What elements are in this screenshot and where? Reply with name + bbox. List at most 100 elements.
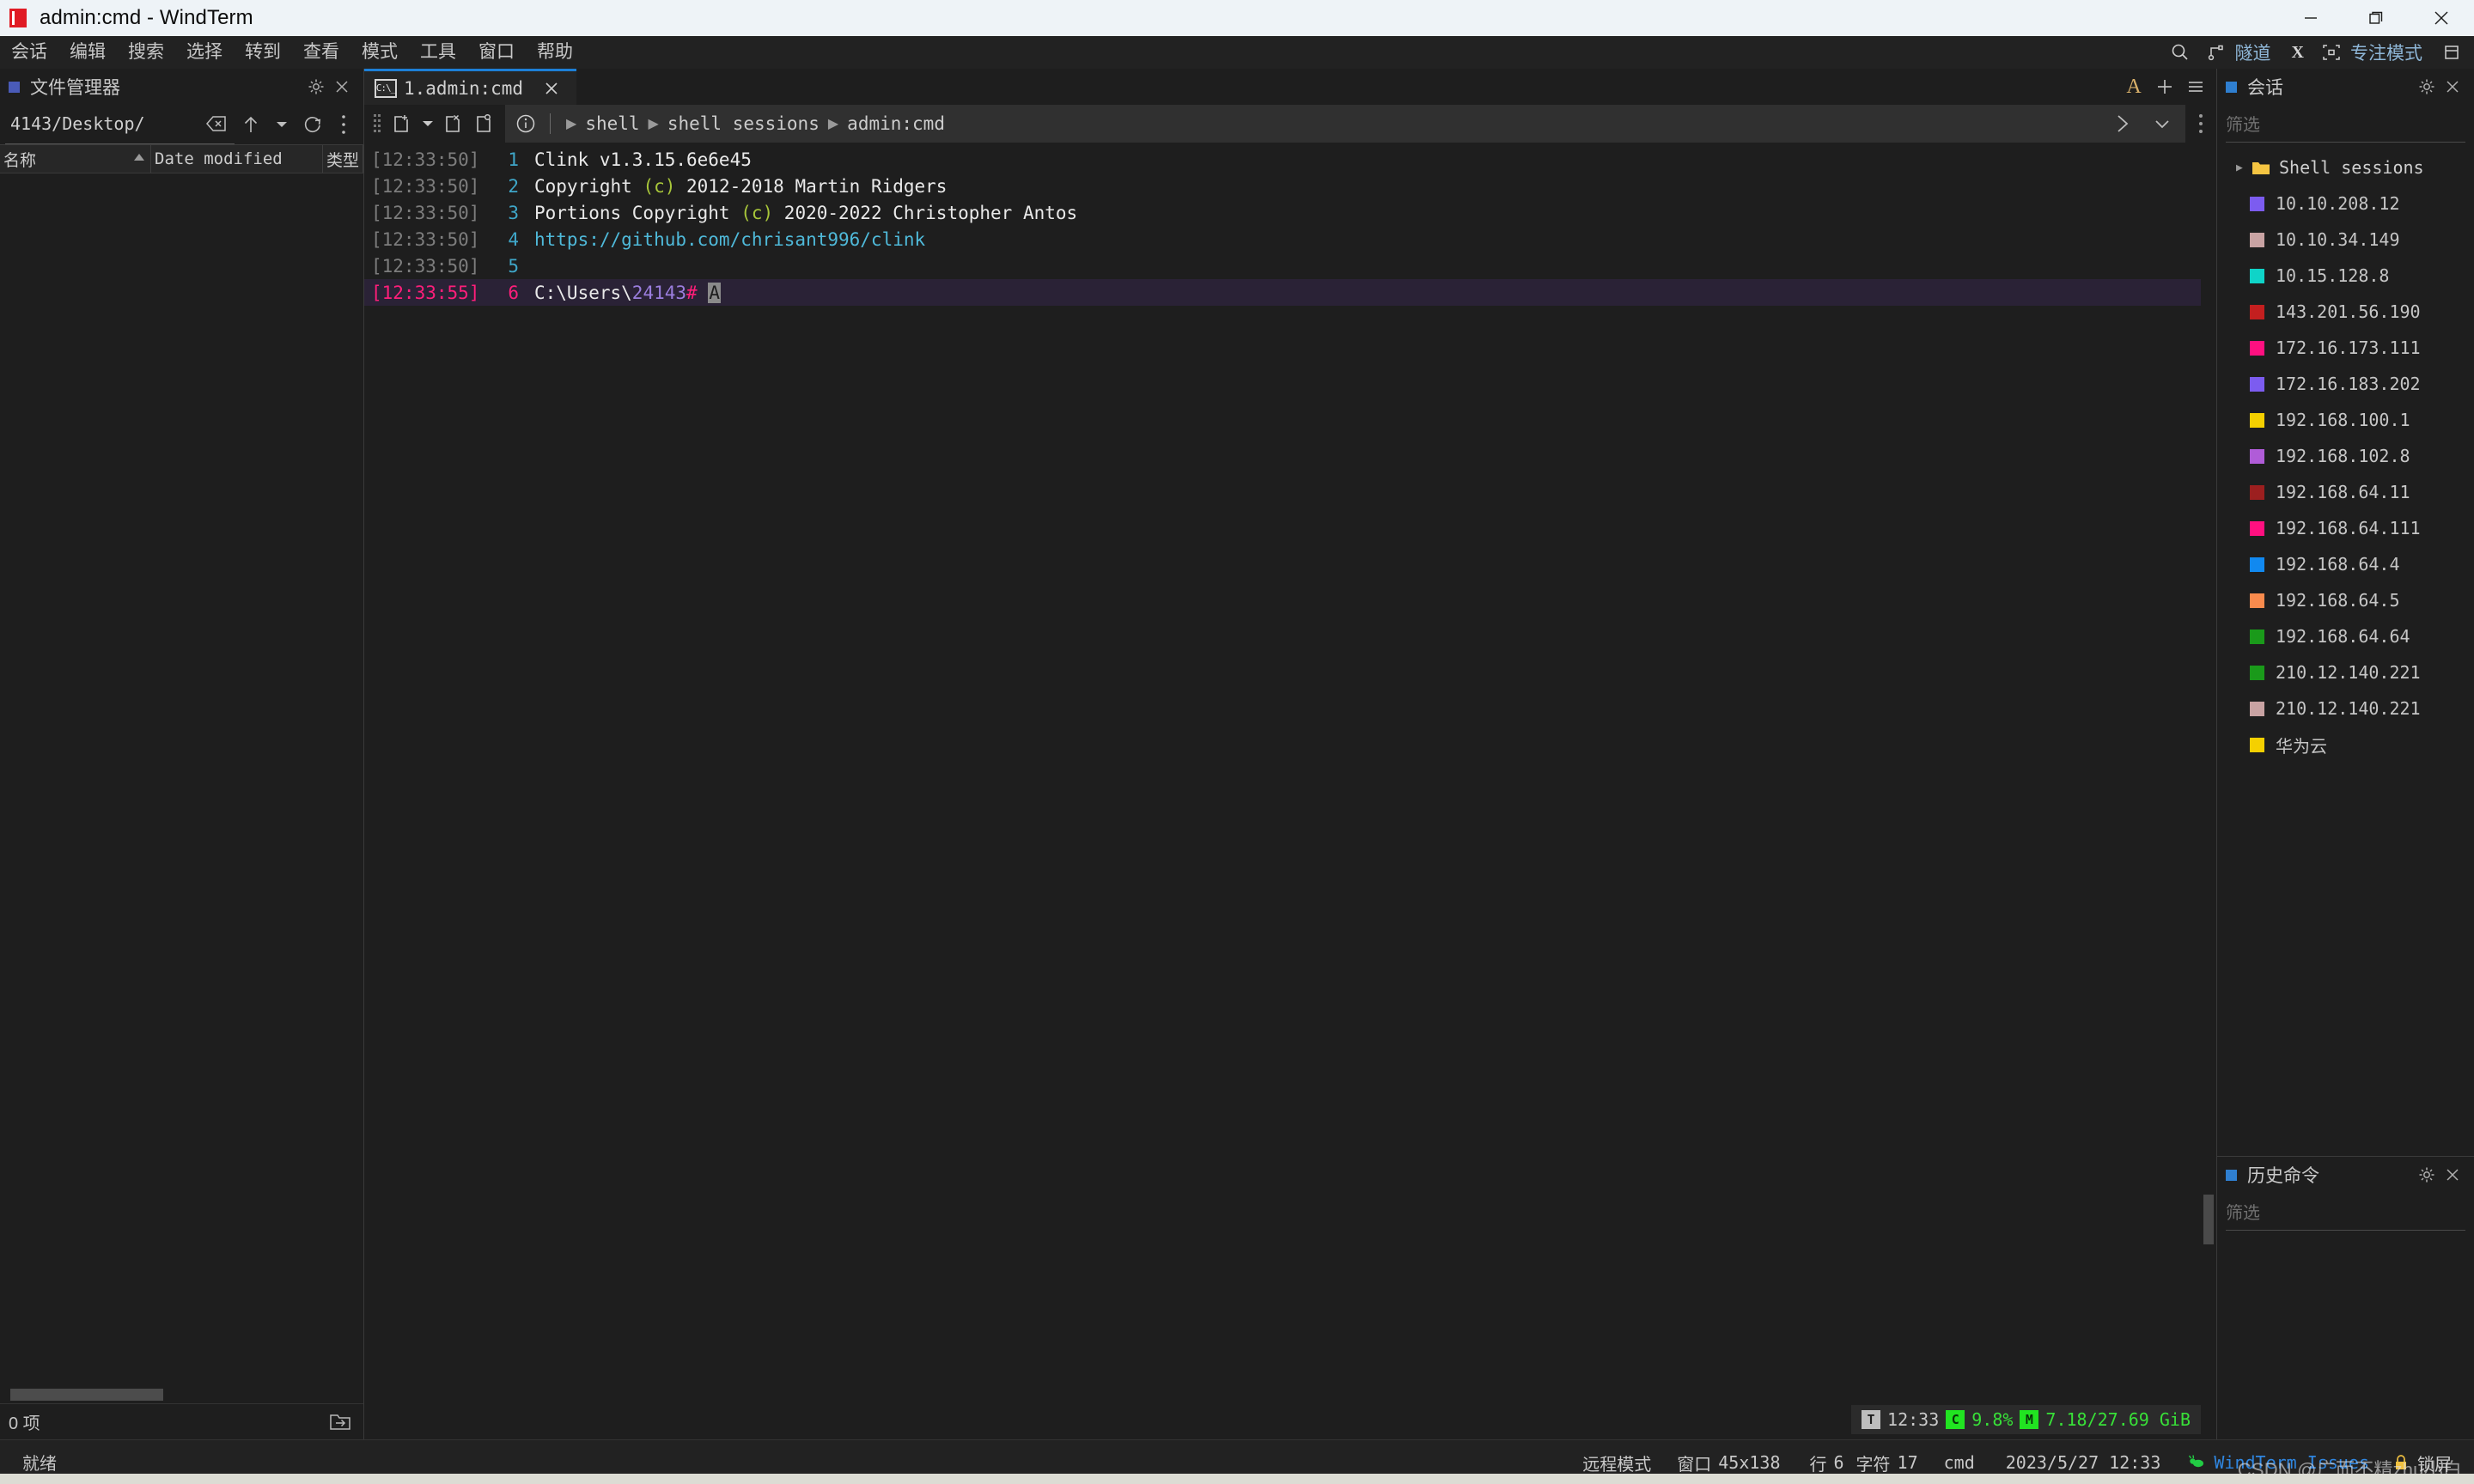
menu-search[interactable]: 搜索 [117, 36, 175, 69]
new-session-icon[interactable] [387, 108, 417, 139]
sessions-filter-input[interactable]: 筛选 [2226, 105, 2465, 143]
session-item[interactable]: 210.12.140.221 [2217, 654, 2474, 690]
chevron-right-icon[interactable] [2103, 106, 2142, 141]
scrollbar-thumb[interactable] [10, 1389, 163, 1401]
menu-tools[interactable]: 工具 [409, 36, 467, 69]
session-item[interactable]: 143.201.56.190 [2217, 294, 2474, 330]
close-session-icon[interactable] [438, 108, 469, 139]
column-header-name[interactable]: 名称 [0, 145, 151, 173]
backspace-icon[interactable] [202, 109, 231, 138]
gear-icon[interactable] [303, 74, 329, 100]
drag-grip-icon[interactable] [369, 113, 385, 135]
hamburger-icon[interactable] [2180, 71, 2211, 102]
history-list[interactable] [2217, 1231, 2474, 1439]
status-shell[interactable]: cmd [1929, 1452, 1990, 1473]
file-manager-title: 文件管理器 [30, 78, 120, 98]
chevron-down-icon[interactable] [267, 110, 296, 139]
session-item[interactable]: 192.168.102.8 [2217, 438, 2474, 474]
prompt-line[interactable]: C:\Users\24143# A [534, 282, 2201, 303]
session-item[interactable]: 192.168.64.11 [2217, 474, 2474, 510]
status-cursor-position[interactable]: 行 6 字符 17 [1790, 1451, 1928, 1475]
line-number: 5 [508, 255, 519, 277]
menu-session[interactable]: 会话 [0, 36, 58, 69]
session-item[interactable]: 192.168.64.4 [2217, 546, 2474, 582]
url-link[interactable]: https://github.com/chrisant996/clink [534, 229, 925, 250]
session-item[interactable]: 华为云 [2217, 727, 2474, 763]
minimize-button[interactable] [2278, 0, 2343, 36]
sessions-list[interactable]: ▶ Shell sessions 10.10.208.12 10.10.34.1… [2217, 143, 2474, 1156]
session-item[interactable]: 10.15.128.8 [2217, 258, 2474, 294]
tunnel-icon[interactable] [2199, 36, 2233, 69]
tunnel-label[interactable]: 隧道 [2235, 40, 2282, 65]
text-segment: Portions Copyright [534, 202, 741, 223]
menu-mode[interactable]: 模式 [350, 36, 409, 69]
os-taskbar [0, 1474, 2474, 1484]
gear-icon[interactable] [2414, 74, 2440, 100]
focus-brackets-icon[interactable] [2314, 36, 2349, 69]
path-input[interactable]: 4143/Desktop/ [5, 106, 235, 144]
more-vertical-icon[interactable] [329, 110, 358, 139]
plus-icon[interactable] [2149, 71, 2180, 102]
menu-select[interactable]: 选择 [175, 36, 234, 69]
focus-mode-label[interactable]: 专注模式 [2350, 40, 2433, 65]
menu-edit[interactable]: 编辑 [58, 36, 117, 69]
session-item[interactable]: 172.16.173.111 [2217, 330, 2474, 366]
text-segment: 2012-2018 Martin Ridgers [675, 175, 948, 197]
menu-help[interactable]: 帮助 [526, 36, 584, 69]
gear-icon[interactable] [2414, 1162, 2440, 1188]
refresh-icon[interactable] [298, 110, 327, 139]
search-icon[interactable] [2163, 36, 2197, 69]
status-lock-screen[interactable]: 锁屏 [2380, 1451, 2462, 1475]
menu-window[interactable]: 窗口 [467, 36, 526, 69]
breadcrumb-admin-cmd[interactable]: admin:cmd [847, 113, 945, 134]
session-item[interactable]: 10.10.34.149 [2217, 222, 2474, 258]
column-header-type[interactable]: 类型 [323, 145, 363, 173]
menu-goto[interactable]: 转到 [234, 36, 292, 69]
column-header-date-modified[interactable]: Date modified [151, 145, 323, 173]
file-list-horizontal-scrollbar[interactable] [0, 1386, 363, 1403]
chevron-right-icon[interactable]: ▶ [2236, 161, 2250, 174]
session-item[interactable]: 192.168.64.64 [2217, 618, 2474, 654]
history-filter-input[interactable]: 筛选 [2226, 1193, 2465, 1231]
scrollbar-thumb[interactable] [2203, 1195, 2214, 1244]
close-icon[interactable] [2440, 1162, 2465, 1188]
tab-label: 1.admin:cmd [404, 77, 524, 99]
file-list[interactable] [0, 173, 363, 1386]
reconnect-session-icon[interactable] [469, 108, 500, 139]
terminal-output-area[interactable]: [12:33:50] 1 Clink v1.3.15.6e6e45 [12:33… [364, 143, 2216, 1439]
breadcrumb-shell[interactable]: shell [585, 113, 639, 134]
session-item[interactable]: 192.168.64.5 [2217, 582, 2474, 618]
breadcrumb-shell-sessions[interactable]: shell sessions [667, 113, 820, 134]
menu-view[interactable]: 查看 [292, 36, 350, 69]
more-vertical-icon[interactable] [2185, 106, 2216, 141]
font-size-icon[interactable]: A [2118, 71, 2149, 102]
status-mode[interactable]: 远程模式 [1567, 1451, 1667, 1475]
session-item[interactable]: 192.168.64.111 [2217, 510, 2474, 546]
close-button[interactable] [2409, 0, 2474, 36]
arrow-up-icon[interactable] [236, 110, 265, 139]
session-folder-shell-sessions[interactable]: ▶ Shell sessions [2217, 149, 2474, 186]
session-item[interactable]: 210.12.140.221 [2217, 690, 2474, 727]
chevron-down-icon[interactable] [2142, 106, 2182, 141]
terminal-vertical-scrollbar[interactable] [2201, 143, 2216, 1439]
tab-admin-cmd[interactable]: C:\_ 1.admin:cmd [364, 69, 577, 105]
sysmon-cpu: 9.8% [1971, 1409, 2014, 1430]
session-item[interactable]: 172.16.183.202 [2217, 366, 2474, 402]
layout-icon[interactable] [2434, 36, 2469, 69]
session-item[interactable]: 10.10.208.12 [2217, 186, 2474, 222]
info-circle-icon[interactable] [509, 106, 543, 141]
session-label: 10.10.208.12 [2276, 193, 2400, 214]
close-icon[interactable] [2440, 74, 2465, 100]
x-button[interactable]: X [2283, 43, 2313, 63]
status-window-size[interactable]: 窗口 45x138 [1667, 1451, 1790, 1475]
tab-close-icon[interactable] [539, 76, 564, 101]
session-item[interactable]: 192.168.100.1 [2217, 402, 2474, 438]
maximize-button[interactable] [2343, 0, 2409, 36]
sysmon-time: 12:33 [1887, 1409, 1940, 1430]
status-issues-link[interactable]: WindTerm Issues [2176, 1451, 2380, 1474]
line-text: Copyright (c) 2012-2018 Martin Ridgers [534, 176, 2201, 197]
open-folder-arrow-icon[interactable] [326, 1408, 355, 1437]
new-session-dropdown-icon[interactable] [417, 108, 438, 139]
close-icon[interactable] [329, 74, 355, 100]
window-title: admin:cmd - WindTerm [40, 6, 253, 29]
